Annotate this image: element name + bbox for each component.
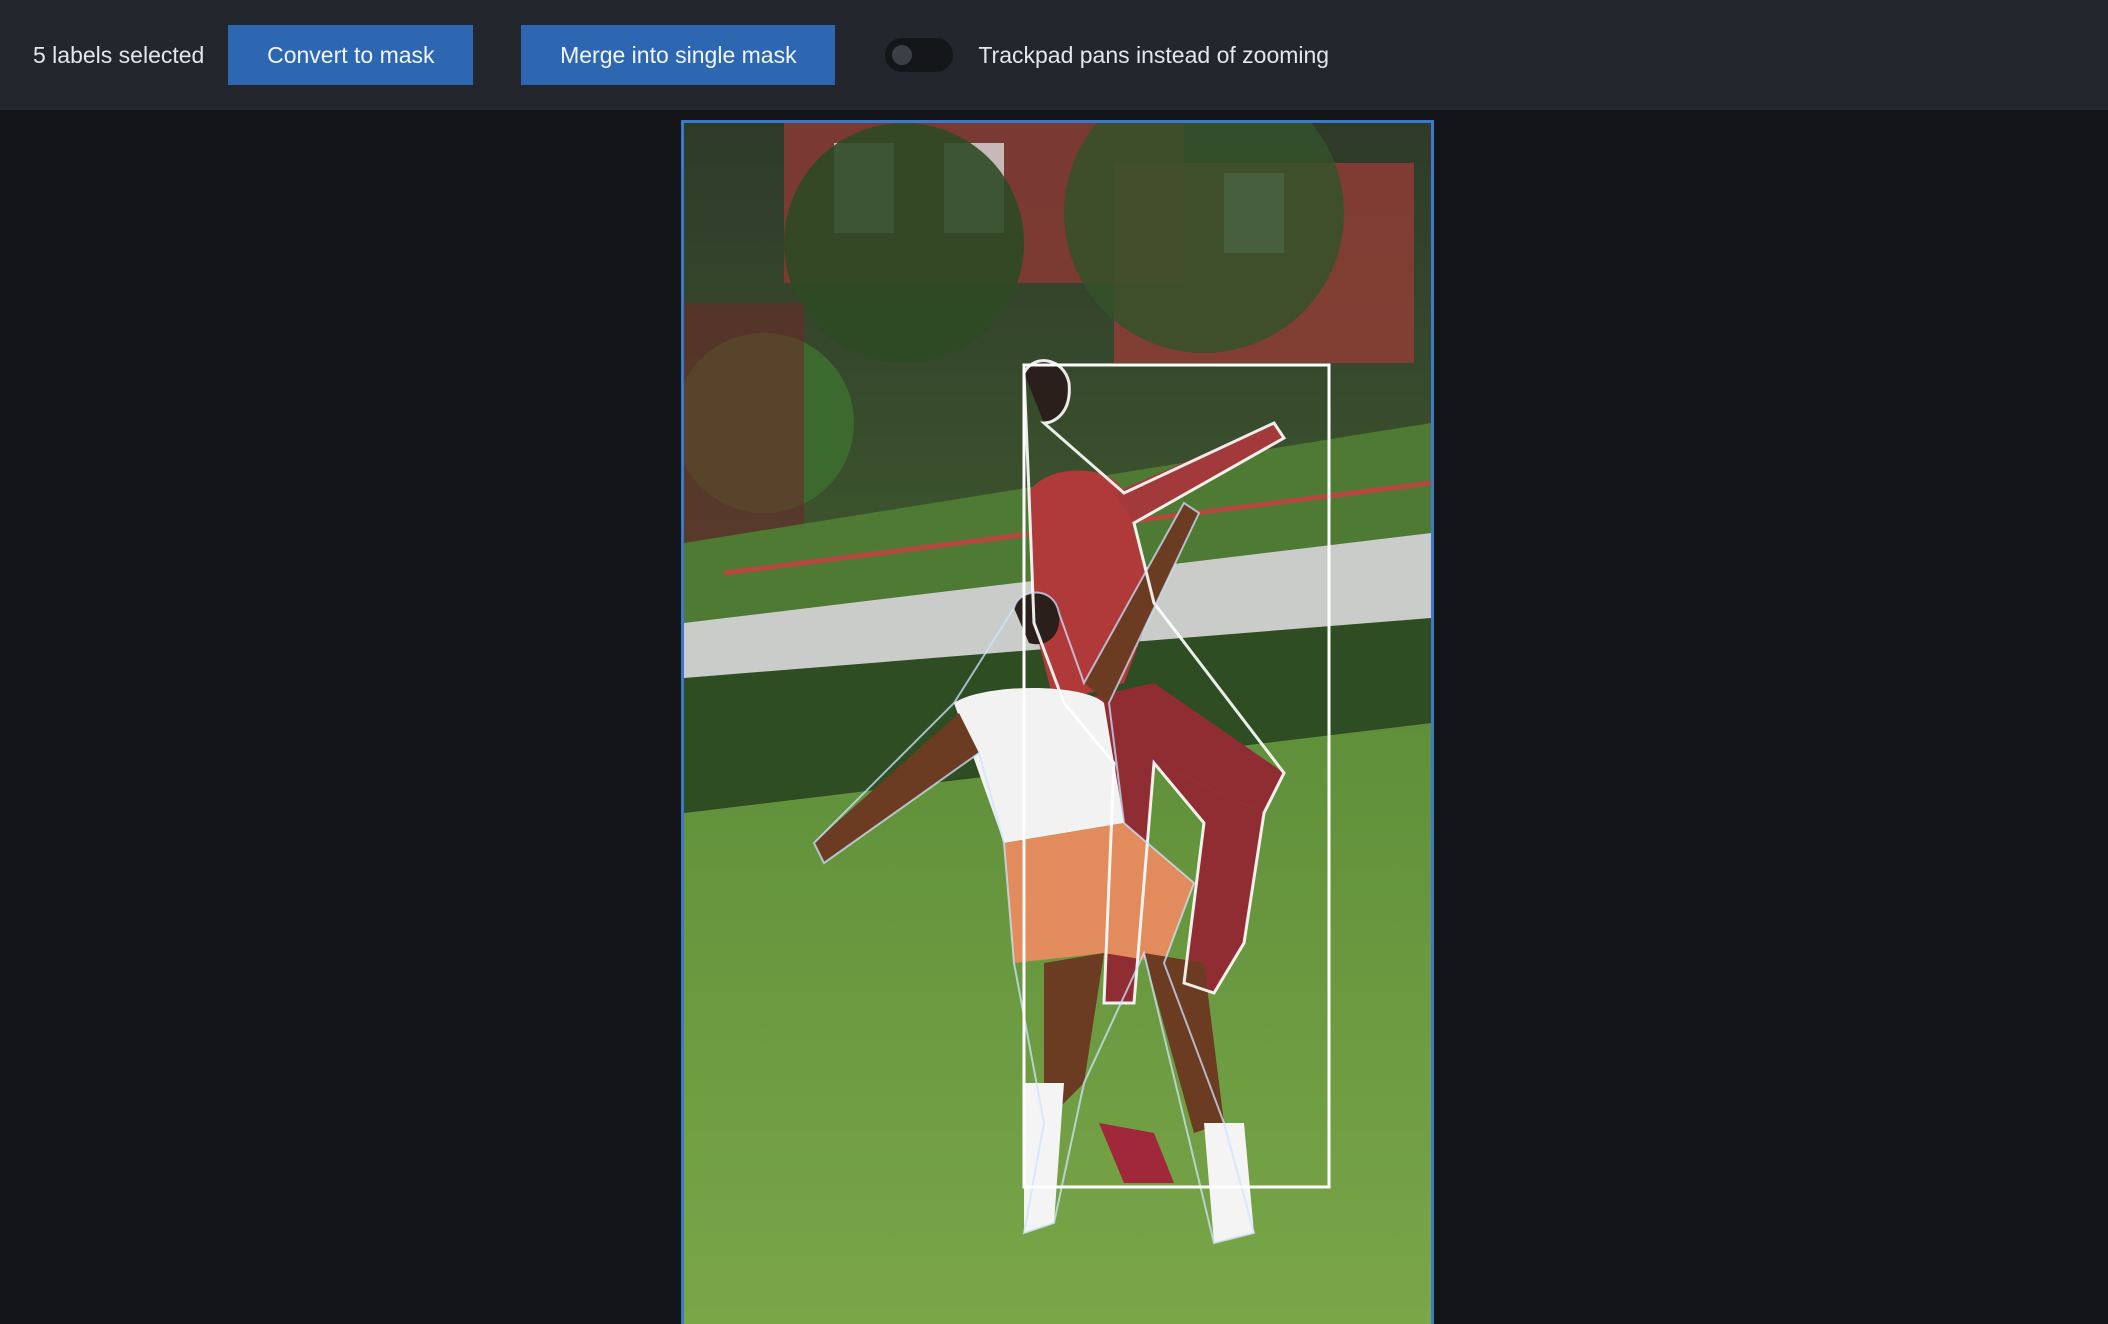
image-viewport[interactable] [681, 120, 1434, 1324]
selection-count: 5 labels selected [33, 41, 205, 68]
convert-to-mask-button[interactable]: Convert to mask [228, 25, 474, 85]
trackpad-pan-toggle-label: Trackpad pans instead of zooming [978, 41, 1330, 68]
toggle-knob [892, 45, 913, 65]
merge-into-single-mask-button[interactable]: Merge into single mask [521, 25, 836, 85]
soccer-photo [684, 123, 1431, 1324]
toolbar: 5 labels selected Convert to mask Merge … [0, 0, 2108, 110]
trackpad-pan-toggle[interactable] [885, 38, 954, 72]
